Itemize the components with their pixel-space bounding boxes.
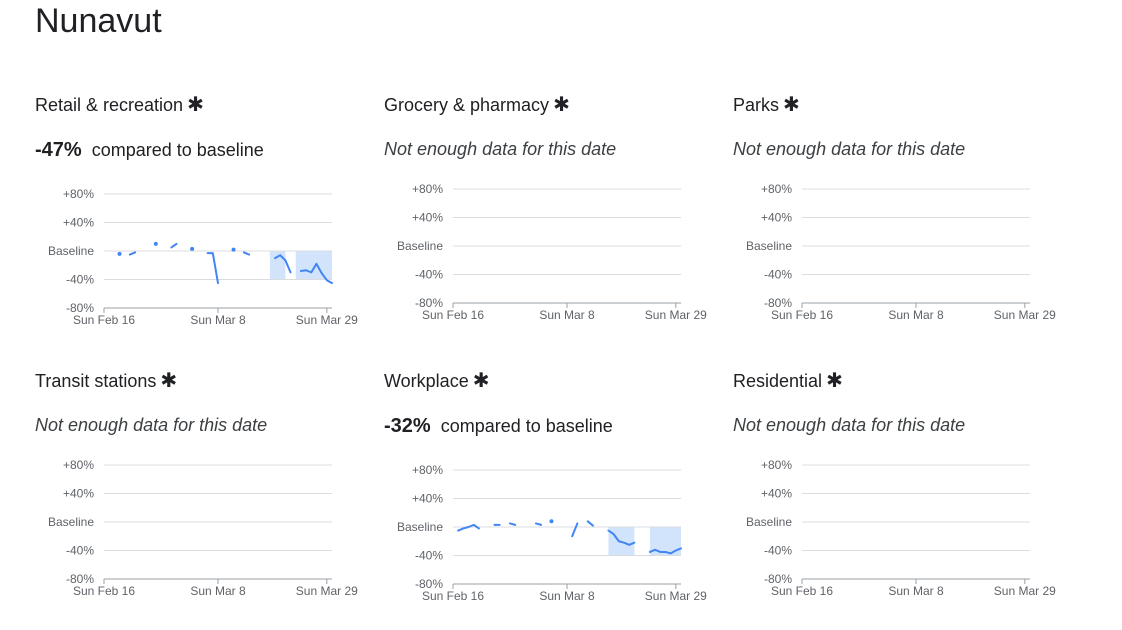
category-title-text: Grocery & pharmacy	[384, 95, 550, 115]
data-point	[117, 251, 122, 256]
panel-residential: Residential ✱ Not enough data for this da…	[733, 370, 1078, 630]
y-tick-label: +80%	[63, 187, 94, 201]
x-tick-label: Sun Mar 29	[645, 308, 707, 322]
x-tick-label: Sun Mar 29	[645, 589, 707, 603]
y-tick-label: +80%	[63, 458, 94, 472]
y-tick-label: +80%	[412, 182, 443, 196]
x-tick-label: Sun Feb 16	[73, 584, 135, 598]
x-tick-label: Sun Mar 8	[539, 308, 595, 322]
x-tick-label: Sun Feb 16	[771, 308, 833, 322]
asterisk-icon: ✱	[160, 370, 178, 392]
category-title-text: Parks	[733, 95, 780, 115]
category-title-text: Workplace	[384, 371, 469, 391]
x-tick-label: Sun Mar 29	[296, 584, 358, 598]
series-line	[128, 251, 137, 256]
category-title-text: Transit stations	[35, 371, 157, 391]
panel-transit-stations: Transit stations ✱ Not enough data for th…	[35, 370, 380, 630]
x-tick-label: Sun Feb 16	[771, 584, 833, 598]
y-tick-label: -40%	[415, 268, 443, 282]
summary-caption: compared to baseline	[440, 416, 613, 436]
data-point	[549, 519, 554, 524]
summary-caption: compared to baseline	[91, 140, 264, 160]
workplace-chart: +80%+40%Baseline-40%-80%Sun Feb 16 Sun Ma…	[397, 463, 707, 603]
data-point	[190, 246, 195, 251]
y-tick-label: Baseline	[746, 515, 792, 529]
asterisk-icon: ✱	[553, 94, 570, 116]
y-tick-label: +40%	[761, 211, 792, 225]
series-line	[534, 522, 543, 526]
y-tick-label: +80%	[412, 463, 443, 477]
y-tick-label: Baseline	[397, 520, 443, 534]
y-tick-label: -40%	[415, 549, 443, 563]
summary: -47% compared to baseline	[35, 138, 264, 164]
asterisk-icon: ✱	[826, 370, 843, 392]
x-tick-label: Sun Mar 8	[190, 313, 246, 327]
x-tick-label: Sun Mar 29	[994, 584, 1056, 598]
series-line	[586, 520, 594, 527]
y-tick-label: Baseline	[48, 515, 94, 529]
parks-chart: +80%+40%Baseline-40%-80%Sun Feb 16 Sun Ma…	[746, 182, 1056, 322]
data-point	[153, 241, 158, 246]
y-tick-label: -40%	[764, 544, 792, 558]
y-tick-label: -40%	[764, 268, 792, 282]
panel-retail-recreation: Retail & recreation ✱ -47% compared to bas…	[35, 94, 380, 354]
asterisk-icon: ✱	[187, 94, 204, 116]
no-data-message: Not enough data for this date	[733, 139, 966, 159]
y-tick-label: +40%	[412, 211, 443, 225]
no-data-message: Not enough data for this date	[733, 415, 966, 435]
series-line	[457, 523, 480, 532]
x-tick-label: Sun Mar 29	[296, 313, 358, 327]
y-tick-label: +40%	[761, 487, 792, 501]
category-title: Grocery & pharmacy ✱	[384, 94, 570, 116]
y-tick-label: Baseline	[48, 244, 94, 258]
grocery-pharmacy-chart: +80%+40%Baseline-40%-80%Sun Feb 16 Sun Ma…	[397, 182, 707, 322]
y-tick-label: -40%	[66, 273, 94, 287]
retail-recreation-chart: +80%+40%Baseline-40%-80%Sun Feb 16 Sun Ma…	[48, 187, 358, 327]
transit-stations-chart: +80%+40%Baseline-40%-80%Sun Feb 16 Sun Ma…	[48, 458, 358, 598]
x-tick-label: Sun Mar 8	[888, 584, 944, 598]
x-tick-label: Sun Mar 8	[539, 589, 595, 603]
residential-chart: +80%+40%Baseline-40%-80%Sun Feb 16 Sun Ma…	[746, 458, 1056, 598]
y-tick-label: +40%	[63, 487, 94, 501]
y-tick-label: +80%	[761, 182, 792, 196]
category-title: Workplace ✱	[384, 370, 489, 392]
shaded-range	[295, 251, 332, 280]
y-tick-label: Baseline	[746, 239, 792, 253]
y-tick-label: +40%	[63, 216, 94, 230]
summary: -32% compared to baseline	[384, 414, 613, 440]
x-tick-label: Sun Mar 29	[994, 308, 1056, 322]
panel-workplace: Workplace ✱ -32% compared to baseline +80%…	[384, 370, 729, 630]
series-line	[571, 522, 579, 538]
category-title: Transit stations ✱	[35, 370, 177, 392]
x-tick-label: Sun Mar 8	[190, 584, 246, 598]
data-point	[231, 247, 236, 252]
x-tick-label: Sun Feb 16	[422, 308, 484, 322]
no-data-message: Not enough data for this date	[384, 139, 617, 159]
series-line	[242, 251, 251, 256]
category-title: Residential ✱	[733, 370, 843, 392]
x-tick-label: Sun Feb 16	[422, 589, 484, 603]
category-title: Parks ✱	[733, 94, 800, 116]
series-line	[170, 242, 178, 249]
shaded-range	[269, 251, 286, 280]
y-tick-label: +40%	[412, 492, 443, 506]
panel-parks: Parks ✱ Not enough data for this date +80…	[733, 94, 1078, 354]
series-line	[509, 522, 517, 526]
asterisk-icon: ✱	[783, 94, 800, 116]
panel-grocery-pharmacy: Grocery & pharmacy ✱ Not enough data for …	[384, 94, 729, 354]
y-tick-label: -40%	[66, 544, 94, 558]
category-title-text: Retail & recreation	[35, 95, 184, 115]
y-tick-label: Baseline	[397, 239, 443, 253]
category-title-text: Residential	[733, 371, 823, 391]
page-title: Nunavut	[35, 2, 162, 40]
series-line	[206, 252, 219, 285]
no-data-message: Not enough data for this date	[35, 415, 268, 435]
summary-value: -47%	[35, 139, 82, 161]
category-title: Retail & recreation ✱	[35, 94, 204, 116]
y-tick-label: +80%	[761, 458, 792, 472]
x-tick-label: Sun Feb 16	[73, 313, 135, 327]
x-tick-label: Sun Mar 8	[888, 308, 944, 322]
asterisk-icon: ✱	[472, 370, 490, 392]
summary-value: -32%	[384, 415, 431, 437]
